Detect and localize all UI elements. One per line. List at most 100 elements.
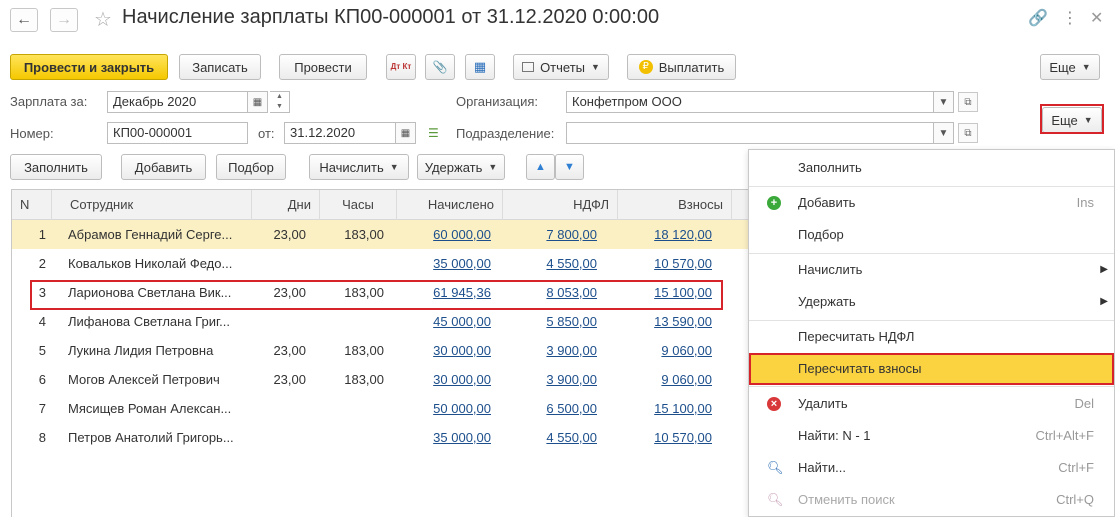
organization-field[interactable]: Конфетпром ООО bbox=[566, 91, 934, 113]
accrue-button[interactable]: Начислить ▼ bbox=[309, 154, 409, 180]
table-row[interactable]: 2 Ковальков Николай Федо... 35 000,00 4 550… bbox=[12, 249, 748, 278]
contributions-cell[interactable]: 9 060,00 bbox=[618, 336, 718, 365]
chevron-right-icon: ▶ bbox=[1100, 264, 1108, 275]
select-button[interactable]: Подбор bbox=[216, 154, 286, 180]
menu-item-find-n[interactable]: Найти: N - 1 Ctrl+Alt+F bbox=[749, 420, 1114, 452]
menu-item-fill[interactable]: Заполнить bbox=[749, 152, 1114, 184]
accrued-cell[interactable]: 35 000,00 bbox=[397, 423, 497, 452]
contributions-cell[interactable]: 13 590,00 bbox=[618, 307, 718, 336]
link-icon[interactable]: 🔗 bbox=[1028, 8, 1048, 28]
accrued-cell[interactable]: 35 000,00 bbox=[397, 249, 497, 278]
pay-button[interactable]: ₽ Выплатить bbox=[627, 54, 736, 80]
ndfl-cell[interactable]: 8 053,00 bbox=[503, 278, 603, 307]
column-header-days[interactable]: Дни bbox=[252, 190, 320, 220]
withhold-button[interactable]: Удержать ▼ bbox=[417, 154, 505, 180]
date-field[interactable]: 31.12.2020 bbox=[284, 122, 396, 144]
step-down-icon[interactable]: ▼ bbox=[270, 102, 289, 112]
more-context-menu: Заполнить + Добавить Ins Подбор Начислить… bbox=[748, 149, 1115, 517]
table-row[interactable]: 5 Лукина Лидия Петровна 23,00 183,00 30 000,… bbox=[12, 336, 748, 365]
hours-cell bbox=[320, 307, 390, 336]
forward-button[interactable]: → bbox=[50, 8, 78, 32]
accrued-cell[interactable]: 30 000,00 bbox=[397, 365, 497, 394]
contributions-cell[interactable]: 9 060,00 bbox=[618, 365, 718, 394]
move-down-button[interactable]: ▼ bbox=[555, 154, 584, 180]
period-stepper[interactable]: ▲ ▼ bbox=[270, 91, 290, 113]
period-label: Зарплата за: bbox=[10, 94, 88, 109]
table-row[interactable]: 8 Петров Анатолий Григорь... 35 000,00 4 55… bbox=[12, 423, 748, 452]
menu-item-select[interactable]: Подбор bbox=[749, 219, 1114, 251]
more-button-table[interactable]: Еще ▼ bbox=[1042, 107, 1102, 133]
table-row[interactable]: 4 Лифанова Светлана Григ... 45 000,00 5 850… bbox=[12, 307, 748, 336]
department-field[interactable] bbox=[566, 122, 934, 144]
ndfl-cell[interactable]: 4 550,00 bbox=[503, 249, 603, 278]
step-up-icon[interactable]: ▲ bbox=[270, 92, 289, 102]
menu-item-delete[interactable]: × Удалить Del bbox=[749, 388, 1114, 420]
days-cell bbox=[252, 249, 312, 278]
accrued-cell[interactable]: 30 000,00 bbox=[397, 336, 497, 365]
ndfl-cell[interactable]: 6 500,00 bbox=[503, 394, 603, 423]
accrued-cell[interactable]: 50 000,00 bbox=[397, 394, 497, 423]
employee-cell: Ларионова Светлана Вик... bbox=[68, 285, 232, 300]
save-button[interactable]: Записать bbox=[179, 54, 261, 80]
column-header-contributions[interactable]: Взносы bbox=[618, 190, 732, 220]
column-header-employee[interactable]: Сотрудник bbox=[62, 190, 252, 220]
column-header-hours[interactable]: Часы bbox=[320, 190, 397, 220]
reports-button[interactable]: Отчеты ▼ bbox=[513, 54, 609, 80]
employee-cell: Могов Алексей Петрович bbox=[68, 372, 220, 387]
column-header-accrued[interactable]: Начислено bbox=[397, 190, 503, 220]
table-row[interactable]: 3 Ларионова Светлана Вик... 23,00 183,00 61 … bbox=[12, 278, 748, 307]
more-button-top[interactable]: Еще ▼ bbox=[1040, 54, 1100, 80]
ndfl-cell[interactable]: 7 800,00 bbox=[503, 220, 603, 249]
accrued-cell[interactable]: 60 000,00 bbox=[397, 220, 497, 249]
menu-item-recalc-ndfl[interactable]: Пересчитать НДФЛ bbox=[749, 321, 1114, 353]
favorite-star-icon[interactable]: ☆ bbox=[94, 7, 112, 32]
contributions-cell[interactable]: 15 100,00 bbox=[618, 278, 718, 307]
contributions-cell[interactable]: 10 570,00 bbox=[618, 423, 718, 452]
close-icon[interactable]: ✕ bbox=[1090, 8, 1103, 28]
menu-item-accrue[interactable]: Начислить ▶ bbox=[749, 254, 1114, 286]
structure-button[interactable]: ▦ bbox=[465, 54, 495, 80]
ndfl-cell[interactable]: 5 850,00 bbox=[503, 307, 603, 336]
calendar-icon[interactable]: ▦ bbox=[248, 91, 268, 113]
menu-item-add[interactable]: + Добавить Ins bbox=[749, 187, 1114, 219]
column-header-ndfl[interactable]: НДФЛ bbox=[503, 190, 618, 220]
more-vertical-icon[interactable]: ⋮ bbox=[1062, 8, 1078, 28]
accrued-cell[interactable]: 61 945,36 bbox=[397, 278, 497, 307]
ndfl-cell[interactable]: 4 550,00 bbox=[503, 423, 603, 452]
post-button[interactable]: Провести bbox=[279, 54, 367, 80]
add-button[interactable]: Добавить bbox=[121, 154, 206, 180]
contributions-cell[interactable]: 18 120,00 bbox=[618, 220, 718, 249]
dropdown-icon[interactable]: ▼ bbox=[934, 122, 954, 144]
post-and-close-button[interactable]: Провести и закрыть bbox=[10, 54, 168, 80]
attach-button[interactable]: 📎 bbox=[425, 54, 455, 80]
table-row[interactable]: 6 Могов Алексей Петрович 23,00 183,00 30 000… bbox=[12, 365, 748, 394]
period-field[interactable]: Декабрь 2020 bbox=[107, 91, 248, 113]
employee-cell: Мясищев Роман Алексан... bbox=[68, 401, 232, 416]
ndfl-cell[interactable]: 3 900,00 bbox=[503, 336, 603, 365]
menu-item-cancel-search[interactable]: 🔍︎ Отменить поиск Ctrl+Q bbox=[749, 484, 1114, 516]
fill-button[interactable]: Заполнить bbox=[10, 154, 102, 180]
accruals-table[interactable]: N Сотрудник Дни Часы Начислено НДФЛ Взно… bbox=[11, 189, 748, 517]
contributions-cell[interactable]: 10 570,00 bbox=[618, 249, 718, 278]
menu-item-recalc-contributions[interactable]: Пересчитать взносы bbox=[749, 353, 1114, 385]
menu-separator bbox=[749, 386, 1114, 387]
ndfl-cell[interactable]: 3 900,00 bbox=[503, 365, 603, 394]
dt-kt-icon[interactable]: Дт Кт bbox=[386, 54, 416, 80]
dropdown-icon[interactable]: ▼ bbox=[934, 91, 954, 113]
employee-cell: Лифанова Светлана Григ... bbox=[68, 314, 230, 329]
calendar-icon[interactable]: ▦ bbox=[396, 122, 416, 144]
back-button[interactable]: ← bbox=[10, 8, 38, 32]
comment-icon[interactable]: ☰ bbox=[428, 126, 439, 140]
open-icon[interactable]: ⧉ bbox=[958, 123, 978, 143]
table-row[interactable]: 7 Мясищев Роман Алексан... 50 000,00 6 500,… bbox=[12, 394, 748, 423]
menu-item-find[interactable]: 🔍︎ Найти... Ctrl+F bbox=[749, 452, 1114, 484]
employee-cell: Петров Анатолий Григорь... bbox=[68, 430, 234, 445]
accrued-cell[interactable]: 45 000,00 bbox=[397, 307, 497, 336]
column-header-n[interactable]: N bbox=[12, 190, 52, 220]
number-field[interactable]: КП00-000001 bbox=[107, 122, 248, 144]
table-row[interactable]: 1 Абрамов Геннадий Серге... 23,00 183,00 60 … bbox=[12, 220, 748, 249]
menu-item-withhold[interactable]: Удержать ▶ bbox=[749, 286, 1114, 318]
contributions-cell[interactable]: 15 100,00 bbox=[618, 394, 718, 423]
move-up-button[interactable]: ▲ bbox=[526, 154, 555, 180]
open-icon[interactable]: ⧉ bbox=[958, 92, 978, 112]
